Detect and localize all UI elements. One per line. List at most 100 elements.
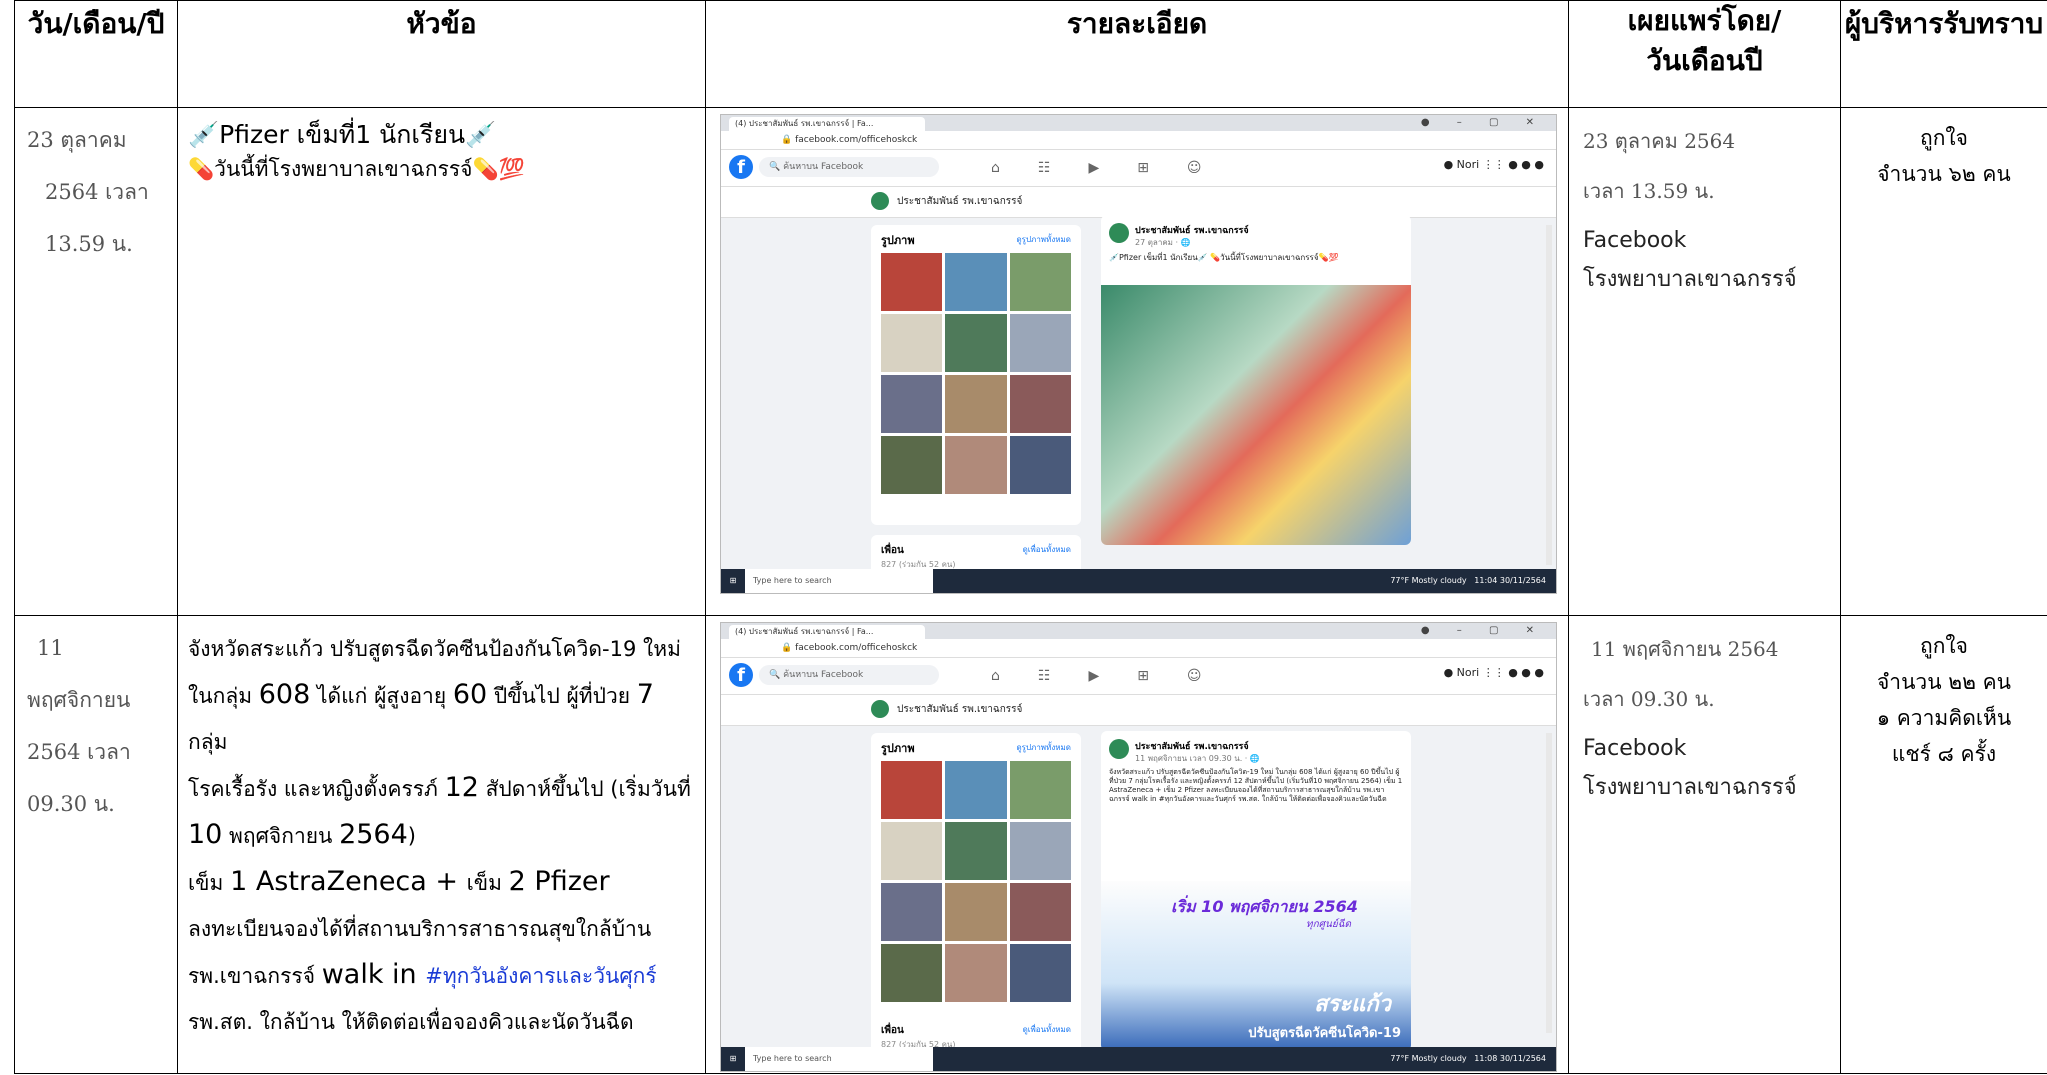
facebook-screenshot: (4) ประชาสัมพันธ์ รพ.เขาฉกรรจ์ | Fa... ●… — [720, 114, 1557, 594]
published-org: โรงพยาบาลเขาฉกรรจ์ — [1583, 775, 1797, 800]
facebook-nav: f 🔍 ค้นหาบน Facebook ⌂☷▶⊞☺ ● Nori ⋮⋮ ● ●… — [721, 658, 1556, 695]
weather-text: 77°F Mostly cloudy — [1390, 1054, 1467, 1063]
details-cell: (4) ประชาสัมพันธ์ รพ.เขาฉกรรจ์ | Fa... ●… — [705, 615, 1569, 1074]
ack-cell: ถูกใจ จำนวน ๒๒ คน ๑ ความคิดเห็น แชร์ ๘ ค… — [1840, 615, 2047, 1074]
scrollbar — [1546, 733, 1552, 1033]
photo-thumb — [945, 944, 1007, 1002]
windows-taskbar: ⊞ Type here to search 77°F Mostly cloudy … — [721, 1047, 1556, 1071]
facebook-nav: f 🔍 ค้นหาบน Facebook ⌂☷▶⊞☺ ● Nori ⋮⋮ ● ●… — [721, 150, 1556, 187]
post-author: ประชาสัมพันธ์ รพ.เขาฉกรรจ์ — [1135, 226, 1249, 236]
ack-line: ๑ ความคิดเห็น — [1876, 706, 2012, 730]
published-date: 23 ตุลาคม 2564 — [1583, 129, 1736, 153]
user-name: Nori — [1456, 666, 1480, 679]
browser-chrome: (4) ประชาสัมพันธ์ รพ.เขาฉกรรจ์ | Fa... ●… — [721, 623, 1556, 639]
topic-line: เข็ม 1 AstraZeneca + เข็ม 2 Pfizer — [188, 859, 699, 906]
date-text: 11 พฤศจิกายน 2564 เวลา 09.30 น. — [15, 616, 177, 830]
topic-text: 2 Pfizer — [508, 866, 610, 897]
topic-number: 2564 — [339, 819, 408, 850]
photo-thumb — [945, 436, 1007, 494]
photo-thumb — [881, 314, 943, 372]
page-header: ประชาสัมพันธ์ รพ.เขาฉกรรจ์ — [721, 695, 1556, 726]
date-cell: 11 พฤศจิกายน 2564 เวลา 09.30 น. — [14, 615, 178, 1074]
photo-thumb — [881, 761, 943, 819]
topic-text: กลุ่ม — [188, 730, 228, 754]
ack-line: ถูกใจ — [1920, 634, 1968, 658]
windows-start-icon: ⊞ — [729, 1054, 737, 1063]
photo-thumb — [945, 314, 1007, 372]
url-text: facebook.com/officehoskck — [795, 643, 918, 653]
post-time: 11 พฤศจิกายน เวลา 09.30 น. · 🌐 — [1135, 754, 1260, 763]
photo-thumb — [881, 253, 943, 311]
photo-thumb — [945, 761, 1007, 819]
page-avatar — [871, 700, 889, 718]
topic-text: โรคเรื้อรัง และหญิงตั้งครรภ์ — [188, 777, 445, 801]
browser-tab: (4) ประชาสัมพันธ์ รพ.เขาฉกรรจ์ | Fa... — [729, 625, 925, 639]
photo-thumb — [945, 253, 1007, 311]
friends-link: ดูเพื่อนทั้งหมด — [1022, 1025, 1071, 1034]
friends-heading: เพื่อน — [881, 545, 904, 556]
topic-cell: 💉Pfizer เข็มที่1 นักเรียน💉 💊วันนี้ที่โรง… — [177, 107, 706, 616]
windows-start-icon: ⊞ — [729, 576, 737, 585]
topic-text: ปีขึ้นไป ผู้ที่ป่วย — [487, 684, 637, 708]
topic-text: ในกลุ่ม — [188, 684, 259, 708]
photos-link: ดูรูปภาพทั้งหมด — [1016, 743, 1071, 752]
topic-line: 💉Pfizer เข็มที่1 นักเรียน💉 — [188, 120, 497, 149]
url-text: facebook.com/officehoskck — [795, 135, 918, 145]
ack-line: จำนวน ๒๒ คน — [1876, 670, 2012, 694]
photo-thumb — [1009, 253, 1071, 311]
topic-number: 60 — [452, 679, 488, 710]
topic-number: 7 — [636, 679, 654, 710]
topic-number: 12 — [444, 772, 479, 803]
banner-sakaeo: สระแก้ว — [1314, 992, 1391, 1017]
friends-link: ดูเพื่อนทั้งหมด — [1022, 545, 1071, 554]
photo-thumb — [1009, 822, 1071, 880]
photo-thumb — [881, 822, 943, 880]
post-vaccine-banner: เริ่ม 10 พฤศจิกายน 2564 ทุกศูนย์ฉีด สระแ… — [1101, 881, 1411, 1051]
photo-thumb — [881, 883, 943, 941]
header-published: เผยแพร่โดย/ วันเดือนปี — [1568, 0, 1841, 108]
published-cell: 23 ตุลาคม 2564 เวลา 13.59 น. Facebook โร… — [1568, 107, 1841, 616]
facebook-screenshot: (4) ประชาสัมพันธ์ รพ.เขาฉกรรจ์ | Fa... ●… — [720, 622, 1557, 1072]
ack-cell: ถูกใจ จำนวน ๖๒ คน — [1840, 107, 2047, 616]
published-channel: Facebook — [1583, 736, 1687, 761]
table-row: 23 ตุลาคม 2564 เวลา 13.59 น. 💉Pfizer เข็… — [14, 107, 2047, 616]
facebook-search: 🔍 ค้นหาบน Facebook — [759, 157, 939, 177]
details-cell: (4) ประชาสัมพันธ์ รพ.เขาฉกรรจ์ | Fa... ●… — [705, 107, 1569, 616]
ack-line: จำนวน ๖๒ คน — [1877, 162, 2011, 186]
search-placeholder: ค้นหาบน Facebook — [783, 162, 864, 172]
photo-thumb — [945, 822, 1007, 880]
weather-text: 77°F Mostly cloudy — [1390, 576, 1467, 585]
system-tray: 77°F Mostly cloudy 11:08 30/11/2564 — [1390, 1047, 1546, 1071]
date-text: 23 ตุลาคม 2564 เวลา 13.59 น. — [15, 108, 177, 270]
published-time: เวลา 13.59 น. — [1583, 179, 1715, 203]
topic-number: 10 — [188, 819, 223, 850]
nav-icons: ⌂☷▶⊞☺ — [991, 668, 1240, 684]
topic-line: ในกลุ่ม 608 ได้แก่ ผู้สูงอายุ 60 ปีขึ้นไ… — [188, 672, 699, 765]
published-cell: 11 พฤศจิกายน 2564 เวลา 09.30 น. Facebook… — [1568, 615, 1841, 1074]
ack-line: แชร์ ๘ ครั้ง — [1891, 742, 1997, 766]
post-text: จังหวัดสระแก้ว ปรับสูตรฉีดวัคซีนป้องกันโ… — [1109, 768, 1403, 803]
browser-chrome: (4) ประชาสัมพันธ์ รพ.เขาฉกรรจ์ | Fa... ●… — [721, 115, 1556, 131]
date-line: 23 ตุลาคม — [27, 128, 127, 152]
facebook-logo-icon: f — [729, 155, 753, 179]
topic-text: ได้แก่ ผู้สูงอายุ — [310, 684, 453, 708]
post-photo-collage — [1101, 285, 1411, 545]
window-controls-icon: ● – ▢ ✕ — [1420, 117, 1546, 128]
topic-line: 10 พฤศจิกายน 2564) — [188, 812, 699, 859]
clock-text: 11:08 30/11/2564 — [1474, 1054, 1546, 1063]
photos-link: ดูรูปภาพทั้งหมด — [1016, 235, 1071, 244]
banner-sub: ทุกศูนย์ฉีด — [1306, 919, 1351, 930]
ack-line: ถูกใจ — [1920, 126, 1968, 150]
photo-thumb — [1009, 314, 1071, 372]
browser-tab: (4) ประชาสัมพันธ์ รพ.เขาฉกรรจ์ | Fa... — [729, 117, 925, 131]
topic-text: เข็ม — [466, 871, 509, 895]
clock-text: 11:04 30/11/2564 — [1474, 576, 1546, 585]
facebook-post: ประชาสัมพันธ์ รพ.เขาฉกรรจ์ 27 ตุลาคม · 🌐… — [1101, 215, 1411, 545]
post-time: 27 ตุลาคม · 🌐 — [1135, 238, 1191, 247]
header-row: วัน/เดือน/ปี หัวข้อ รายละเอียด เผยแพร่โด… — [14, 0, 2047, 108]
scrollbar — [1546, 225, 1552, 565]
hashtag-link[interactable]: #ทุกวันอังคารและวันศุกร์ — [425, 964, 656, 988]
photo-thumb — [1009, 436, 1071, 494]
nav-user: ● Nori ⋮⋮ ● ● ● — [1443, 666, 1544, 679]
post-avatar — [1109, 739, 1129, 759]
